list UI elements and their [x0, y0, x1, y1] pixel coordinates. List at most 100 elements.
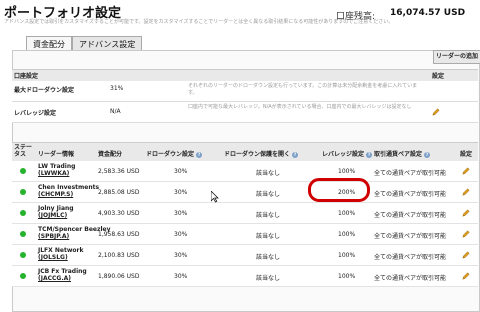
leader-row: Jolny Jiang (JOJMLC) 4,903.30 USD 30% 該当なし 10… [12, 203, 478, 224]
pairs-cell: 全ての通貨ペアが取引可能 [374, 170, 447, 177]
max-drawdown-value: 31% [110, 85, 124, 92]
leader-name-text[interactable]: JLFX Network [38, 247, 83, 254]
max-drawdown-label: 最大ドローダウン設定 [14, 87, 75, 94]
settings-header: 設定 [460, 151, 473, 158]
pairs-cell: 全ての通貨ペアが取引可能 [374, 233, 447, 240]
protection-cell: 該当なし [256, 233, 281, 240]
pairs-cell: 全ての通貨ペアが取引可能 [374, 275, 447, 282]
status-dot [20, 168, 26, 174]
leverage-header: レバレッジ設定? [322, 149, 373, 158]
leader-code-link[interactable]: (SPBJP.A) [38, 233, 69, 240]
leader-name[interactable]: Jolny Jiang (JOJMLC) [38, 205, 74, 219]
leverage-cell: 100% [338, 273, 356, 280]
protection-cell: 該当なし [256, 170, 281, 177]
leverage-label: レバレッジ設定 [14, 110, 57, 117]
leader-row: Chen Investments (CHCMP.S) 2,885.08 USD 30%… [12, 182, 478, 203]
edit-pencil-icon[interactable] [462, 188, 470, 196]
drawdown-cell: 30% [174, 189, 188, 196]
drawdown-cell: 30% [174, 273, 188, 280]
leverage-description: 口座内で可能な最大レバレッジ。N/Aが表示されている場合、口座内での最大レバレッ… [188, 104, 412, 110]
protection-cell: 該当なし [256, 275, 281, 282]
leader-code-link[interactable]: (CHCMP.S) [38, 191, 73, 198]
leader-code-link[interactable]: (JOJMLC) [38, 212, 67, 219]
balance-value: 16,074.57 USD [390, 8, 466, 18]
leverage-cell: 100% [338, 168, 356, 175]
status-header: ステータス [14, 144, 33, 158]
tab-bar: 資金配分 アドバンス設定 [26, 36, 143, 50]
leader-name-text[interactable]: LW Trading [38, 163, 75, 170]
allocation-cell: 1,890.06 USD [98, 273, 140, 280]
leverage-row: レバレッジ設定 N/A 口座内で可能な最大レバレッジ。N/Aが表示されている場合… [12, 102, 478, 123]
protection-cell: 該当なし [256, 212, 281, 219]
allocation-cell: 2,583.36 USD [98, 168, 140, 175]
help-icon[interactable]: ? [366, 151, 373, 158]
edit-pencil-icon[interactable] [462, 209, 470, 217]
edit-pencil-icon[interactable] [462, 230, 470, 238]
settings-column-label: 設定 [432, 73, 445, 80]
tab-advanced[interactable]: アドバンス設定 [72, 36, 143, 50]
pairs-header: 取引通貨ペア設定? [374, 149, 431, 158]
allocation-cell: 4,903.30 USD [98, 210, 140, 217]
leader-name[interactable]: Chen Investments (CHCMP.S) [38, 184, 99, 198]
help-icon[interactable]: ? [292, 151, 299, 158]
max-drawdown-description: それぞれのリーダーのドローダウン設定も行っています。この計算は未分配余剰金を考慮… [188, 83, 418, 96]
leader-header: リーダー情報 [38, 151, 75, 158]
allocation-cell: 2,100.83 USD [98, 252, 140, 259]
allocation-cell: 2,885.08 USD [98, 189, 140, 196]
protection-header: ドローダウン保護を開く? [224, 149, 299, 158]
pairs-header-label: 取引通貨ペア設定 [374, 151, 423, 158]
help-icon[interactable]: ? [196, 151, 203, 158]
edit-pencil-icon[interactable] [462, 167, 470, 175]
max-drawdown-row: 最大ドローダウン設定 31% それぞれのリーダーのドローダウン設定も行っています… [12, 81, 478, 102]
protection-header-label: ドローダウン保護を開く [224, 151, 291, 158]
leader-row: JLFX Network (JOLSLG) 2,100.83 USD 30% 該当なし 1… [12, 245, 478, 266]
edit-pencil-icon[interactable] [462, 272, 470, 280]
tab-allocation[interactable]: 資金配分 [26, 36, 72, 50]
leverage-cell: 100% [338, 210, 356, 217]
edit-pencil-icon[interactable] [462, 251, 470, 259]
allocation-header: 資金配分 [98, 151, 123, 158]
drawdown-cell: 30% [174, 231, 188, 238]
leader-row: LW Trading (LWWKA) 2,583.36 USD 30% 該当なし 100%… [12, 161, 478, 182]
leader-name[interactable]: LW Trading (LWWKA) [38, 163, 75, 177]
protection-cell: 該当なし [256, 191, 281, 198]
status-dot [20, 273, 26, 279]
leader-code-link[interactable]: (JOLSLG) [38, 254, 68, 261]
pairs-cell: 全ての通貨ペアが取引可能 [374, 212, 447, 219]
page-description: アドバンス設定では取引をカスタマイズすることが可能です。設定をカスタマイズするこ… [4, 19, 394, 25]
add-leader-button[interactable]: リーダーの追加 [433, 50, 480, 64]
status-dot [20, 252, 26, 258]
account-settings-title: 口座設定 [14, 73, 39, 80]
drawdown-cell: 30% [174, 252, 188, 259]
leader-name[interactable]: JLFX Network (JOLSLG) [38, 247, 83, 261]
drawdown-cell: 30% [174, 168, 188, 175]
leverage-cell: 100% [338, 231, 356, 238]
leader-code-link[interactable]: (JACCG.A) [38, 275, 71, 282]
leader-code-link[interactable]: (LWWKA) [38, 170, 69, 177]
highlight-circle [308, 178, 370, 202]
drawdown-header-label: ドローダウン設定 [146, 151, 195, 158]
edit-pencil-icon[interactable] [432, 108, 440, 116]
leverage-cell: 100% [338, 252, 356, 259]
leverage-value: N/A [110, 108, 121, 115]
status-dot [20, 189, 26, 195]
leader-row: TCM/Spencer Beezley (SPBJP.A) 1,958.63 USD… [12, 224, 478, 245]
protection-cell: 該当なし [256, 254, 281, 261]
leader-table-header: ステータス リーダー情報 資金配分 ドローダウン設定? ドローダウン保護を開く?… [12, 142, 478, 162]
status-dot [20, 231, 26, 237]
leverage-header-label: レバレッジ設定 [322, 151, 365, 158]
allocation-cell: 1,958.63 USD [98, 231, 140, 238]
mouse-cursor-icon [211, 191, 219, 203]
leader-name[interactable]: JCB Fx Trading (JACCG.A) [38, 268, 87, 282]
leader-row: JCB Fx Trading (JACCG.A) 1,890.06 USD 30% 該当… [12, 266, 478, 287]
status-dot [20, 210, 26, 216]
drawdown-cell: 30% [174, 210, 188, 217]
page-header: ポートフォリオ設定 口座残高: 16,074.57 USD アドバンス設定では取… [0, 0, 480, 28]
pairs-cell: 全ての通貨ペアが取引可能 [374, 254, 447, 261]
leader-name-text[interactable]: Jolny Jiang [38, 205, 74, 212]
leader-name-text[interactable]: Chen Investments [38, 184, 99, 191]
help-icon[interactable]: ? [424, 151, 431, 158]
leader-name-text[interactable]: JCB Fx Trading [38, 268, 87, 275]
drawdown-header: ドローダウン設定? [146, 149, 203, 158]
pairs-cell: 全ての通貨ペアが取引可能 [374, 191, 447, 198]
